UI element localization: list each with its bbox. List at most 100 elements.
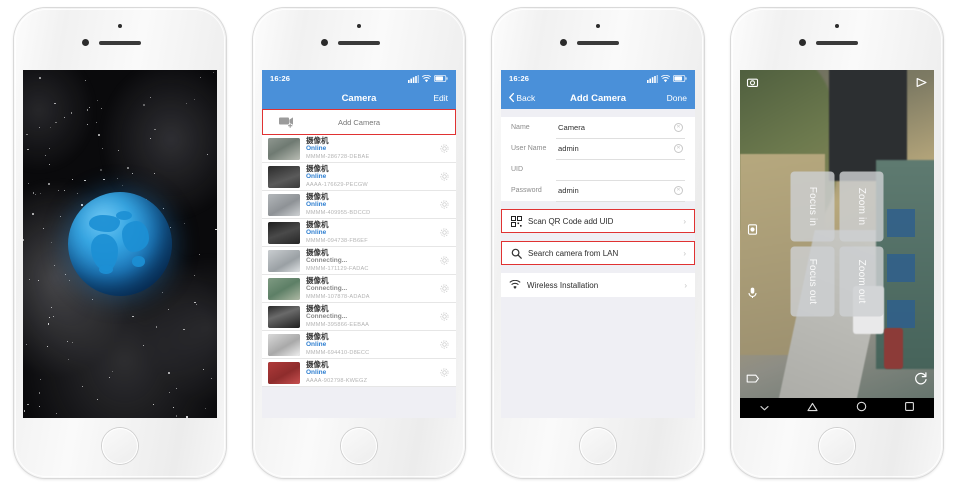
action-wireless-installation[interactable]: Wireless Installation › [501,273,695,297]
camera-uid: MMMM-395866-EEBAA [306,321,370,328]
status-time: 16:26 [509,74,530,83]
field-name[interactable]: Name Camera ✕ [511,117,685,139]
ptz-zoom-in-button[interactable]: Zoom in [839,171,884,242]
settings-gear-icon[interactable] [439,367,450,378]
action-scan-qr-code-add-uid[interactable]: Scan QR Code add UID › [501,209,695,233]
ptz-focus-out-button[interactable]: Focus out [790,246,835,317]
action-label: Scan QR Code add UID [528,216,614,226]
camera-list-item[interactable]: 摄像机 Online MMMM-409955-BDCCD [262,191,456,219]
settings-gear-icon[interactable] [439,143,450,154]
camera-thumbnail [268,305,300,328]
chevron-down-icon[interactable] [759,399,770,417]
field-user-name[interactable]: User Name admin ✕ [511,138,685,160]
screenshot-root: 16:26 Camera Edit Add Camera 摄像机 Online … [0,0,960,500]
settings-gear-icon[interactable] [439,339,450,350]
field-uid[interactable]: UID [511,159,685,181]
add-camera-label: Add Camera [337,117,381,127]
edit-button[interactable]: Edit [433,93,448,103]
settings-gear-icon[interactable] [439,311,450,322]
clear-icon[interactable]: ✕ [674,144,683,153]
camera-thumbnail [268,333,300,356]
phone-4-screen: Focus in Zoom in Focus out Zoom out [740,70,934,418]
camera-list-item[interactable]: 摄像机 Connecting... MMMM-107878-ADADA [262,275,456,303]
home-circle-icon[interactable] [856,399,867,417]
recents-square-icon[interactable] [904,399,915,417]
field-value[interactable] [556,159,685,181]
page-title: Camera [341,92,377,104]
feed-red-car [883,327,903,370]
front-camera [799,39,806,46]
home-button[interactable] [580,428,616,464]
camera-list-item[interactable]: 摄像机 Online AAAA-902798-KWEGZ [262,359,456,387]
chevron-right-icon: › [683,216,686,226]
home-button[interactable] [819,428,855,464]
camera-list-item[interactable]: 摄像机 Connecting... MMMM-395866-EEBAA [262,303,456,331]
settings-gear-icon[interactable] [439,283,450,294]
earth-globe [68,192,172,296]
proximity-sensor [118,24,122,28]
settings-gear-icon[interactable] [439,199,450,210]
back-button[interactable]: Back [509,92,535,103]
camera-meta: 摄像机 Online MMMM-694410-D8ECC [306,332,439,357]
camera-list-item[interactable]: 摄像机 Online AAAA-176629-PECGW [262,163,456,191]
snapshot-icon[interactable] [746,76,759,94]
camera-meta: 摄像机 Connecting... MMMM-395866-EEBAA [306,303,439,329]
mic-icon[interactable] [746,286,759,304]
back-triangle-icon[interactable] [807,399,818,417]
camera-list-item[interactable]: 摄像机 Online MMMM-286728-DEBAE [262,135,456,163]
camera-uid: MMMM-107878-ADADA [306,293,370,300]
camera-status: Connecting... [306,285,348,293]
status-bar: 16:26 [262,70,456,87]
settings-gear-icon[interactable] [439,171,450,182]
phone-1-screen [23,70,217,418]
proximity-sensor [596,24,600,28]
ptz-button-label: Focus in [807,186,818,227]
form-gap [501,201,695,209]
camera-status: Online [306,229,327,237]
field-password[interactable]: Password admin ✕ [511,180,685,202]
action-search-camera-from-lan[interactable]: Search camera from LAN › [501,241,695,265]
flag-icon[interactable] [746,372,760,390]
camera-name: 摄像机 [306,303,329,313]
ptz-focus-in-button[interactable]: Focus in [790,171,835,242]
earpiece-speaker [816,41,858,45]
signal-icon [647,74,658,83]
front-camera [321,39,328,46]
chevron-left-icon [509,92,515,103]
earpiece-speaker [338,41,380,45]
add-camera-form: Name Camera ✕ User Name admin ✕ UID Password adm… [501,109,695,418]
play-icon[interactable] [915,76,928,94]
phone-4-live-view: Focus in Zoom in Focus out Zoom out [731,8,943,478]
rotate-icon[interactable] [914,371,928,390]
home-button[interactable] [102,428,138,464]
done-button[interactable]: Done [667,93,687,103]
ptz-zoom-out-button[interactable]: Zoom out [839,246,884,317]
chevron-right-icon: › [683,248,686,258]
home-button[interactable] [341,428,377,464]
action-label: Search camera from LAN [528,248,619,258]
phone-2-camera-list: 16:26 Camera Edit Add Camera 摄像机 Online … [253,8,465,478]
phone-1-splash [14,8,226,478]
field-value[interactable]: admin [556,180,685,202]
camera-list-item[interactable]: 摄像机 Connecting... MMMM-171129-FADAC [262,247,456,275]
settings-gear-icon[interactable] [439,255,450,266]
camera-thumbnail [268,165,300,188]
clear-icon[interactable]: ✕ [674,186,683,195]
camera-name: 摄像机 [306,135,329,145]
clear-icon[interactable]: ✕ [674,123,683,132]
field-value[interactable]: Camera [556,117,685,139]
camera-name: 摄像机 [306,219,329,229]
camera-rows-container: 摄像机 Online MMMM-286728-DEBAE 摄像机 Online AAAA-… [262,135,456,387]
form-actions: Scan QR Code add UID › Search camera from … [501,209,695,297]
settings-gear-icon[interactable] [439,227,450,238]
camera-meta: 摄像机 Online MMMM-409955-BDCCD [306,192,439,217]
nav-bar: Back Add Camera Done [501,87,695,109]
feed-window [887,209,915,238]
camera-list-item[interactable]: 摄像机 Online MMMM-694410-D8ECC [262,331,456,359]
camera-list-item[interactable]: 摄像机 Online MMMM-094738-FB6EF [262,219,456,247]
landmass [88,214,120,232]
add-camera-row[interactable]: Add Camera [262,109,456,135]
camera-meta: 摄像机 Online AAAA-176629-PECGW [306,164,439,189]
field-value[interactable]: admin [556,138,685,160]
record-icon[interactable] [746,223,759,241]
